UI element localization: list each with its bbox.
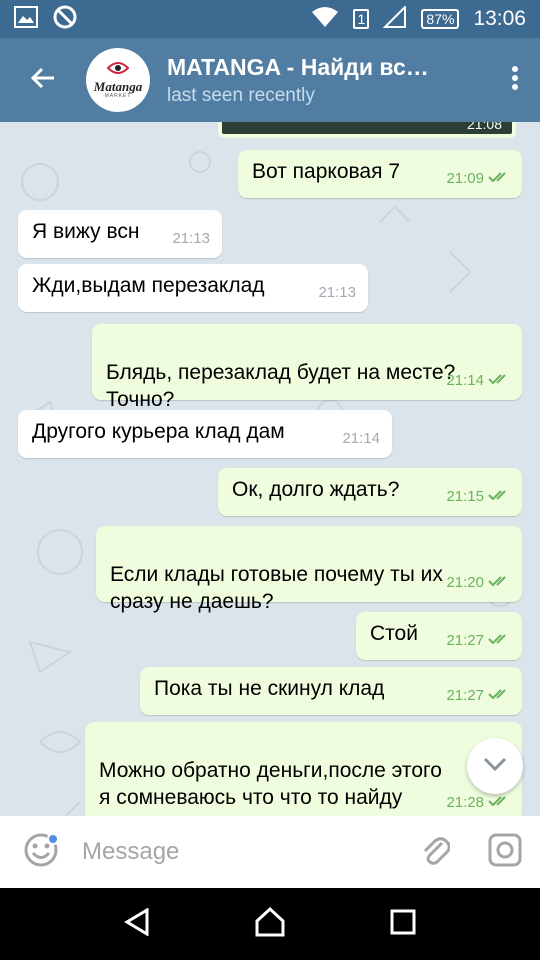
scroll-down-button[interactable] xyxy=(467,738,523,794)
chat-status: last seen recently xyxy=(167,84,315,106)
message-bubble-incoming[interactable]: Другого курьера клад дам 21:14 xyxy=(18,410,392,458)
message-text: Другого курьера клад дам xyxy=(32,420,285,443)
message-bubble-outgoing[interactable]: Блядь, перезаклад будет на месте? Точно?… xyxy=(92,324,522,411)
eye-logo-icon xyxy=(106,61,130,80)
avatar-logo-subtext: MARKET xyxy=(104,93,132,99)
more-vert-icon xyxy=(511,65,519,96)
double-check-icon xyxy=(488,627,510,654)
camera-button[interactable] xyxy=(470,816,540,888)
nav-home-button[interactable] xyxy=(240,894,300,954)
chevron-down-icon xyxy=(483,757,507,776)
nav-home-icon xyxy=(254,906,286,942)
attach-button[interactable] xyxy=(400,816,470,888)
message-text: Вот парковая 7 xyxy=(252,160,400,183)
message-text: Можно обратно деньги,после этого я сомне… xyxy=(99,759,442,809)
camera-icon xyxy=(488,833,522,872)
message-time: 21:09 xyxy=(446,170,484,187)
message-time: 21:20 xyxy=(446,574,484,591)
message-bubble-outgoing[interactable]: Стой 21:27 xyxy=(356,612,522,660)
message-list[interactable]: 21:08 Вот парковая 7 21:09 Я вижу всн 21… xyxy=(0,122,540,816)
back-arrow-icon xyxy=(30,66,56,95)
nav-back-button[interactable] xyxy=(107,894,167,954)
status-bar: 1 87% 13:06 xyxy=(0,0,540,38)
chat-info[interactable]: MATANGA - Найди вс… last seen recently xyxy=(167,54,490,107)
chat-title: MATANGA - Найди вс… xyxy=(167,53,429,80)
message-time: 21:14 xyxy=(342,430,380,447)
media-message[interactable]: 21:08 xyxy=(218,122,516,138)
double-check-icon xyxy=(488,165,510,192)
double-check-icon xyxy=(488,569,510,596)
blocked-icon xyxy=(52,4,78,35)
message-time: 21:13 xyxy=(318,284,356,301)
message-text: Стой xyxy=(370,622,418,645)
message-time: 21:27 xyxy=(446,687,484,704)
emoji-button[interactable] xyxy=(0,816,82,888)
battery-icon: 87% xyxy=(421,9,460,29)
message-bubble-outgoing[interactable]: Ок, долго ждать? 21:15 xyxy=(218,468,522,516)
notification-dot xyxy=(47,833,59,845)
message-time: 21:27 xyxy=(446,632,484,649)
back-button[interactable] xyxy=(0,38,86,122)
nav-recents-icon xyxy=(390,909,416,940)
double-check-icon xyxy=(488,483,510,510)
image-icon xyxy=(14,5,38,33)
message-time: 21:08 xyxy=(466,122,502,132)
message-time: 21:28 xyxy=(446,794,484,811)
message-text: Пока ты не скинул клад xyxy=(154,677,385,700)
message-composer xyxy=(0,816,540,888)
message-time: 21:14 xyxy=(446,372,484,389)
message-bubble-outgoing[interactable]: Вот парковая 7 21:09 xyxy=(238,150,522,198)
clock: 13:06 xyxy=(473,7,526,30)
message-bubble-outgoing[interactable]: Можно обратно деньги,после этого я сомне… xyxy=(85,722,522,816)
more-button[interactable] xyxy=(490,38,540,122)
nav-recents-button[interactable] xyxy=(373,894,433,954)
message-time: 21:15 xyxy=(446,488,484,505)
avatar[interactable]: Matanga MARKET xyxy=(86,48,150,112)
message-bubble-outgoing[interactable]: Если клады готовые почему ты их сразу не… xyxy=(96,526,522,613)
message-text: Я вижу всн xyxy=(32,220,140,243)
message-text: Ок, долго ждать? xyxy=(232,478,400,501)
message-bubble-outgoing[interactable]: Пока ты не скинул клад 21:27 xyxy=(140,667,522,715)
message-bubble-incoming[interactable]: Я вижу всн 21:13 xyxy=(18,210,222,258)
message-time: 21:13 xyxy=(172,230,210,247)
attach-icon xyxy=(420,833,451,872)
system-nav-bar xyxy=(0,888,540,960)
message-text: Жди,выдам перезаклад xyxy=(32,274,265,297)
double-check-icon xyxy=(488,367,510,394)
signal-icon xyxy=(382,4,407,33)
sim-icon: 1 xyxy=(353,9,370,29)
wifi-icon xyxy=(311,6,339,33)
message-input[interactable] xyxy=(82,838,400,866)
chat-header: Matanga MARKET MATANGA - Найди вс… last … xyxy=(0,38,540,122)
nav-back-icon xyxy=(123,906,150,941)
message-bubble-incoming[interactable]: Жди,выдам перезаклад 21:13 xyxy=(18,264,368,312)
avatar-logo-text: Matanga xyxy=(93,79,143,94)
double-check-icon xyxy=(488,682,510,709)
